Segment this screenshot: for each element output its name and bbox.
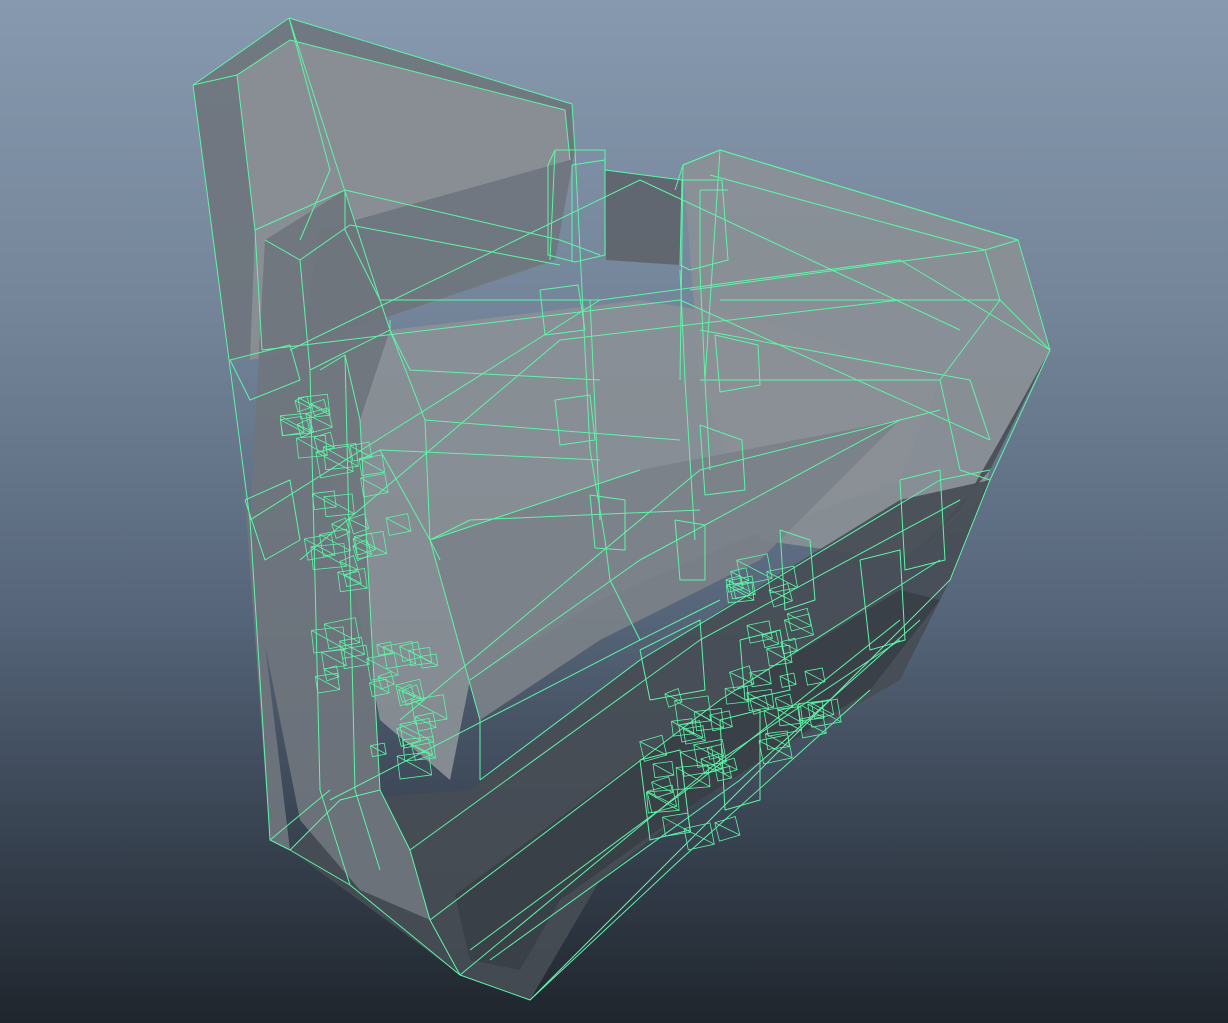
face-top-notch <box>605 170 682 265</box>
wire-detail-diagonal <box>714 822 741 836</box>
scene-canvas[interactable] <box>0 0 1228 1023</box>
wire-edge <box>571 159 606 166</box>
wire-detail-diagonal <box>736 559 773 579</box>
maya-viewport[interactable] <box>0 0 1228 1023</box>
